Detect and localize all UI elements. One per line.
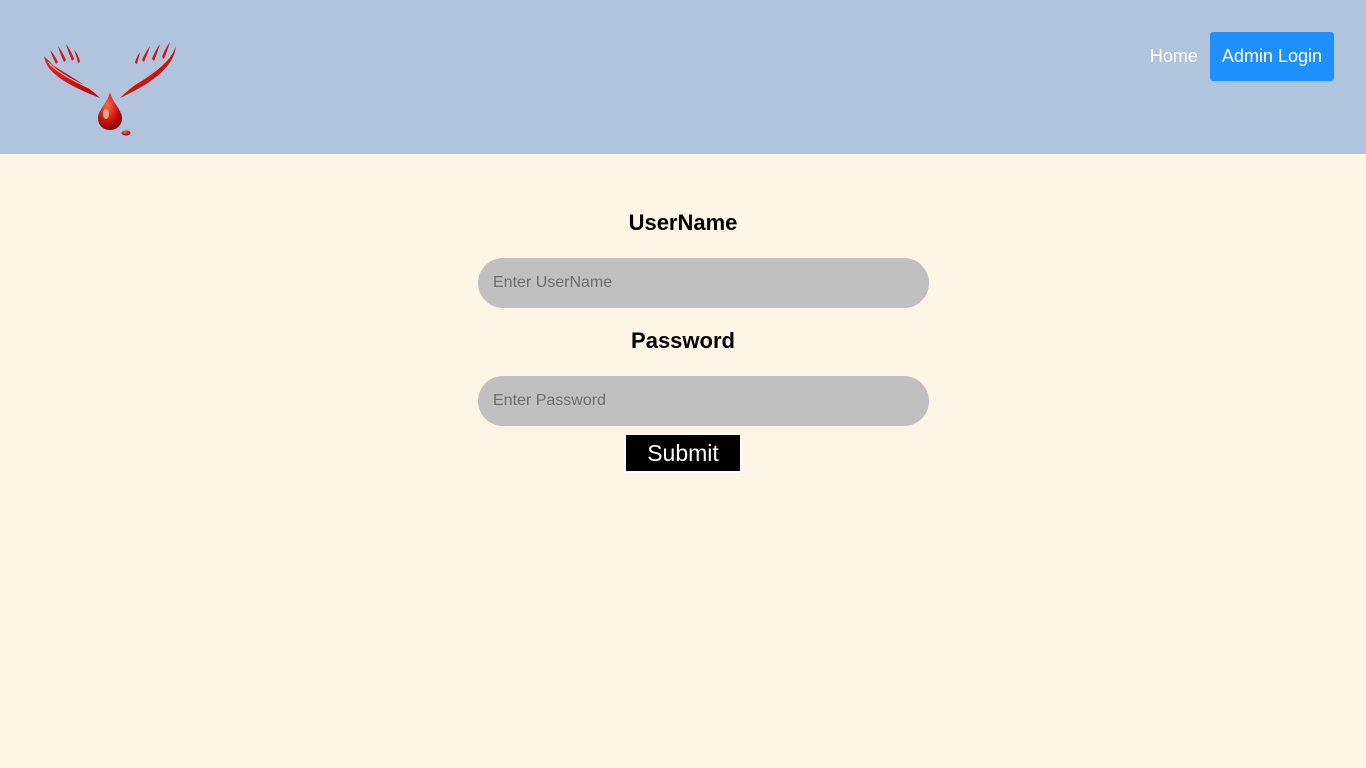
username-label: UserName [628,210,738,235]
username-input[interactable] [478,258,929,308]
nav-home-link[interactable]: Home [1150,46,1198,67]
password-input[interactable] [478,376,929,426]
site-header: Home Admin Login [0,0,1366,154]
submit-button[interactable]: Submit [624,433,742,473]
logo-graphic [44,42,176,136]
header-nav: Home Admin Login [1150,32,1334,81]
blood-drop-hands-logo [40,40,180,136]
password-label: Password [631,328,735,353]
admin-login-button[interactable]: Admin Login [1209,32,1334,81]
